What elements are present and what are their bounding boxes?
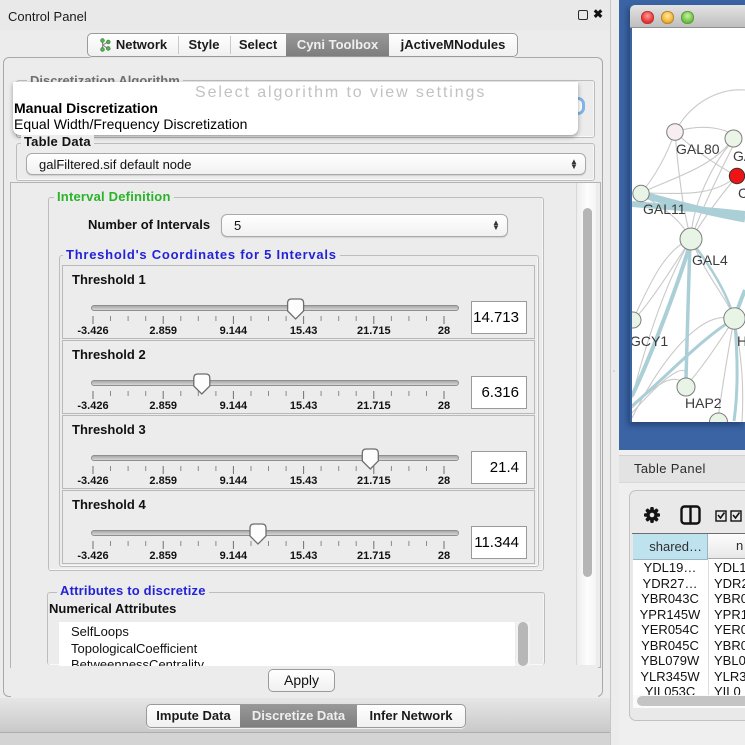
svg-text:H: H — [737, 333, 745, 349]
svg-text:GAL11: GAL11 — [643, 201, 686, 217]
svg-text:C: C — [738, 185, 745, 201]
svg-text:GAL80: GAL80 — [676, 141, 720, 157]
svg-text:HAP2: HAP2 — [685, 395, 722, 411]
svg-text:GAL4: GAL4 — [692, 252, 728, 268]
svg-text:GCY1: GCY1 — [632, 333, 668, 349]
svg-text:GA: GA — [733, 148, 745, 164]
